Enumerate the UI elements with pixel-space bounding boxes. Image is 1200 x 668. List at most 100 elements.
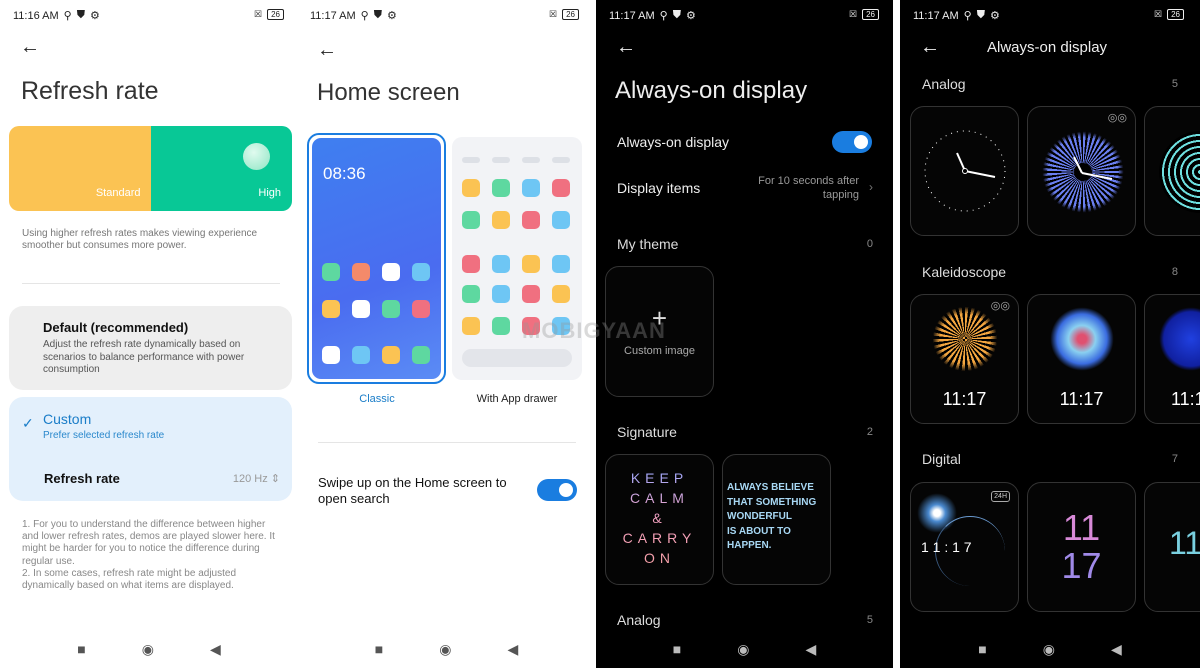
default-option[interactable]: Default (recommended) Adjust the refresh…: [9, 306, 292, 390]
app-icon: [492, 179, 510, 197]
digital-time: 1 1 : 1 7: [921, 539, 972, 555]
battery-icon: 26: [267, 9, 284, 20]
back-arrow-icon[interactable]: ←: [616, 37, 636, 57]
back-nav-icon[interactable]: ◀: [210, 641, 221, 658]
home-icon[interactable]: ◉: [737, 641, 749, 658]
aod-toggle[interactable]: [832, 131, 872, 153]
gear-icon: ⚙: [89, 10, 100, 22]
aod-label: Always-on display: [617, 134, 730, 150]
app-icon: [352, 300, 370, 318]
app-icon: [492, 317, 510, 335]
classic-label: Classic: [359, 393, 395, 405]
demo-ball: [243, 143, 270, 170]
status-bar: 11:16 AM ⚲ ⛊ ⚙: [13, 9, 100, 22]
digital-time: 11:: [1169, 525, 1200, 561]
digital-style-3[interactable]: 11:: [1144, 482, 1200, 612]
signature-keep-calm[interactable]: KEEP CALM & CARRY ON: [605, 454, 714, 585]
sim-icon: ☒: [849, 9, 858, 19]
gear-icon: ⚙: [685, 10, 696, 22]
dot-spiral: [1159, 131, 1200, 213]
recents-icon[interactable]: ■: [978, 641, 986, 658]
back-nav-icon[interactable]: ◀: [1111, 641, 1122, 658]
analog-style-1[interactable]: [910, 106, 1019, 236]
app-icon: [552, 285, 570, 303]
app-icon: [522, 211, 540, 229]
standard-option[interactable]: Standard: [9, 126, 151, 211]
app-icon: [462, 211, 480, 229]
description: Using higher refresh rates makes viewing…: [22, 228, 258, 251]
watermark-logo: MOBIGYAAN: [522, 318, 666, 343]
preview-time: 08:36: [323, 164, 366, 183]
shield-icon: ⛊: [976, 9, 985, 21]
kaleidoscope-count: 8: [1171, 266, 1178, 278]
chevron-right-icon: ›: [869, 180, 873, 194]
digital-label: Digital: [922, 451, 961, 467]
analog-clock-icon: [924, 130, 1006, 212]
back-arrow-icon[interactable]: ←: [20, 37, 40, 57]
recents-icon[interactable]: ■: [673, 641, 681, 658]
default-desc: Adjust the refresh rate dynamically base…: [43, 339, 245, 375]
divider: [318, 442, 576, 443]
custom-title: Custom: [43, 411, 92, 427]
home-icon[interactable]: ◉: [1043, 641, 1055, 658]
back-arrow-icon[interactable]: ←: [920, 37, 940, 57]
swipe-search-label: Swipe up on the Home screen to open sear…: [318, 475, 507, 506]
back-nav-icon[interactable]: ◀: [507, 641, 518, 658]
kaleido-style-2[interactable]: 11:17: [1027, 294, 1136, 424]
page-title: Home screen: [317, 79, 460, 106]
battery-icon: 26: [1167, 9, 1184, 20]
app-icon: [462, 255, 480, 273]
app-icon: [462, 285, 480, 303]
kaleido-style-1[interactable]: ◎◎ 11:17: [910, 294, 1019, 424]
classic-preview: 08:36: [312, 138, 441, 379]
status-bar: 11:17 AM ⚲ ⛊ ⚙: [310, 9, 397, 22]
analog-count: 5: [1171, 78, 1178, 90]
app-icon: [412, 263, 430, 281]
tab-placeholder: [552, 157, 570, 163]
custom-image-label: Custom image: [624, 345, 695, 357]
tab-placeholder: [492, 157, 510, 163]
battery-icon: 26: [562, 9, 579, 20]
divider: [22, 283, 280, 284]
refresh-rate-label: Refresh rate: [44, 471, 120, 486]
kaleido-snowflake: [1050, 307, 1114, 371]
home-icon[interactable]: ◉: [439, 641, 451, 658]
app-icon: [412, 300, 430, 318]
refresh-rate-picker[interactable]: 120 Hz ⇕: [233, 472, 280, 485]
drawer-label: With App drawer: [476, 393, 558, 405]
high-option[interactable]: High: [150, 126, 292, 211]
display-items-row[interactable]: Display items For 10 seconds after tappi…: [596, 172, 893, 206]
kaleido-style-3[interactable]: 11:17: [1144, 294, 1200, 424]
recents-icon[interactable]: ■: [77, 641, 85, 658]
color-variants-icon: ◎◎: [990, 300, 1010, 312]
signature-text: ALWAYS BELIEVE THAT SOMETHING WONDERFUL …: [727, 482, 817, 551]
kaleidoscope-label: Kaleidoscope: [922, 264, 1007, 280]
signature-text: KEEP CALM & CARRY ON: [606, 468, 713, 568]
signature-count: 2: [866, 426, 873, 438]
digital-style-2[interactable]: 11 17: [1027, 482, 1136, 612]
signature-always-believe[interactable]: ALWAYS BELIEVE THAT SOMETHING WONDERFUL …: [722, 454, 831, 585]
app-icon: [522, 179, 540, 197]
recents-icon[interactable]: ■: [375, 641, 383, 658]
app-icon: [322, 263, 340, 281]
back-arrow-icon[interactable]: ←: [317, 40, 337, 60]
back-nav-icon[interactable]: ◀: [805, 641, 816, 658]
analog-label: Analog: [922, 76, 966, 92]
custom-option[interactable]: ✓ Custom Prefer selected refresh rate Re…: [9, 397, 292, 501]
swipe-search-toggle[interactable]: [537, 479, 577, 501]
my-theme-label: My theme: [617, 236, 679, 252]
app-icon: [352, 263, 370, 281]
app-icon: [462, 179, 480, 197]
app-icon: [352, 346, 370, 364]
classic-option[interactable]: 08:36: [307, 133, 446, 384]
custom-desc: Prefer selected refresh rate: [43, 430, 165, 441]
digital-style-1[interactable]: 24H 1 1 : 1 7: [910, 482, 1019, 612]
app-icon: [552, 211, 570, 229]
refresh-rate-selector[interactable]: Standard High: [9, 126, 292, 211]
analog-style-2[interactable]: ◎◎: [1027, 106, 1136, 236]
clock-time: 11:17: [1171, 389, 1200, 409]
home-icon[interactable]: ◉: [142, 641, 154, 658]
my-theme-count: 0: [866, 238, 873, 250]
app-icon: [382, 300, 400, 318]
analog-style-3[interactable]: [1144, 106, 1200, 236]
